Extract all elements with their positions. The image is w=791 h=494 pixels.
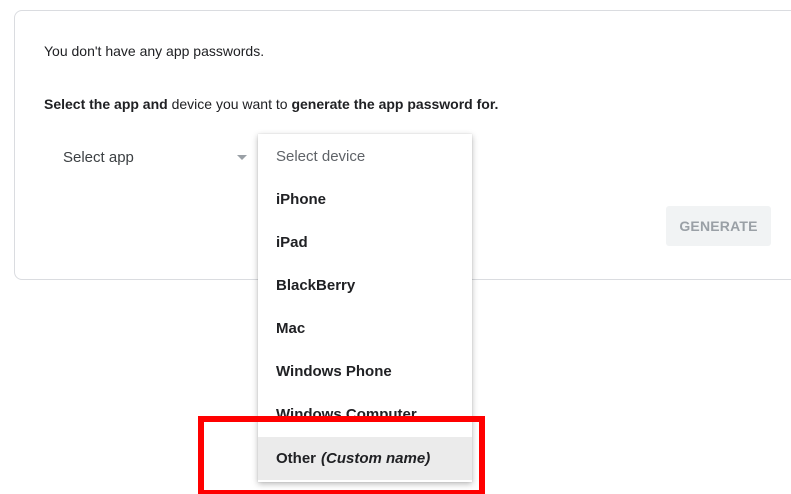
device-option-windows-phone[interactable]: Windows Phone	[258, 350, 472, 393]
app-passwords-page: You don't have any app passwords. Select…	[0, 0, 791, 494]
red-highlight-box	[198, 416, 485, 494]
device-option-mac[interactable]: Mac	[258, 307, 472, 350]
instructions-part-1: Select the app and	[44, 96, 168, 112]
select-app-label: Select app	[63, 149, 134, 166]
device-option-iphone[interactable]: iPhone	[258, 178, 472, 221]
instructions-text: Select the app and device you want to ge…	[44, 96, 498, 112]
select-app-dropdown[interactable]: Select app	[44, 138, 258, 176]
generate-button[interactable]: GENERATE	[666, 206, 771, 246]
no-app-passwords-message: You don't have any app passwords.	[44, 43, 265, 59]
dropdown-arrow-icon	[237, 155, 247, 160]
device-menu-placeholder[interactable]: Select device	[258, 135, 472, 178]
instructions-part-2: device you want to	[171, 96, 288, 112]
device-option-blackberry[interactable]: BlackBerry	[258, 264, 472, 307]
device-option-ipad[interactable]: iPad	[258, 221, 472, 264]
instructions-part-3: generate the app password for.	[291, 96, 499, 112]
